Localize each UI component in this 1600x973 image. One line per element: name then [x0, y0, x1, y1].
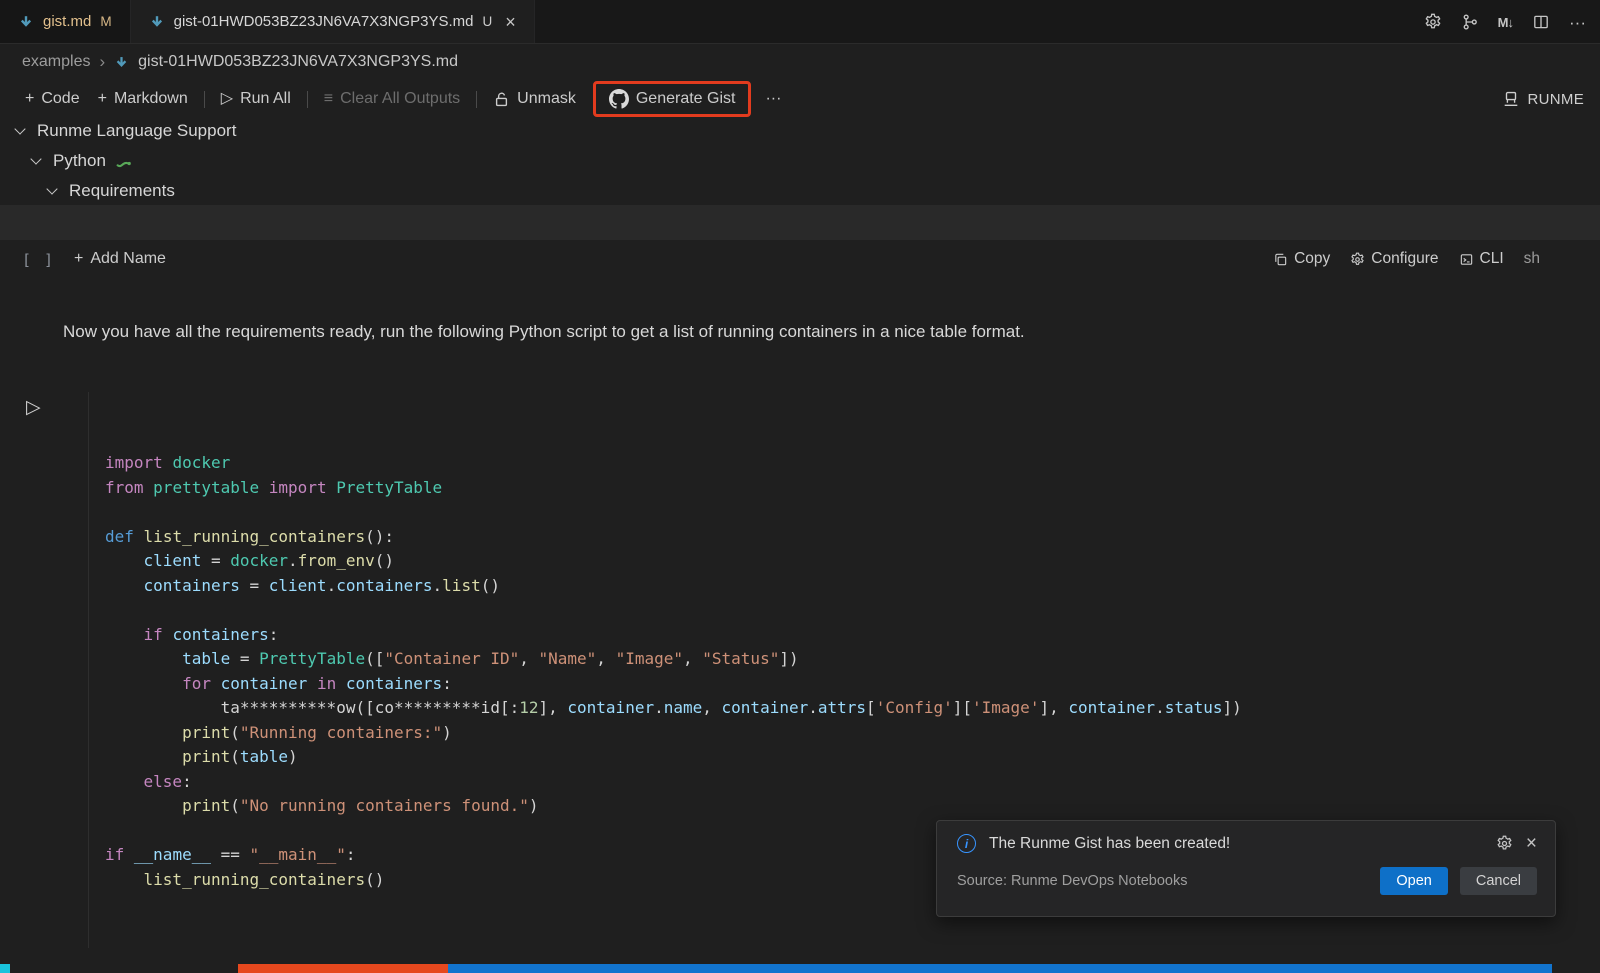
run-all-button[interactable]: ▷ Run All — [212, 85, 300, 113]
requirements-cell-editor[interactable] — [0, 205, 1600, 240]
section-label: Python — [53, 151, 106, 171]
settings-gear-icon[interactable] — [1424, 13, 1442, 31]
chevron-down-icon[interactable] — [30, 153, 41, 164]
more-actions-icon[interactable]: ··· — [765, 90, 781, 108]
toast-header: i The Runme Gist has been created! × — [937, 821, 1555, 853]
breadcrumb-folder[interactable]: examples — [22, 53, 90, 71]
markdown-file-icon — [114, 55, 129, 70]
toolbar-separator — [204, 91, 205, 108]
configure-button[interactable]: Configure — [1350, 250, 1438, 268]
git-untracked-badge: U — [482, 14, 492, 29]
clear-all-icon: ≡ — [324, 91, 333, 107]
run-all-label: Run All — [240, 90, 291, 108]
unmask-label: Unmask — [517, 90, 576, 108]
copy-button[interactable]: Copy — [1273, 250, 1330, 268]
add-code-label: Code — [41, 90, 79, 108]
tab-gist-md[interactable]: gist.md M — [0, 0, 131, 43]
requirements-cell-footer: [ ] + Add Name Copy Configure CLI sh — [0, 242, 1600, 282]
markdown-file-icon — [149, 14, 165, 30]
section-label: Runme Language Support — [37, 121, 236, 141]
markdown-paragraph: Now you have all the requirements ready,… — [63, 322, 1283, 342]
tab-label: gist-01HWD053BZ23JN6VA7X3NGP3YS.md — [174, 13, 474, 30]
close-tab-icon[interactable]: × — [505, 13, 516, 31]
close-notification-icon[interactable]: × — [1526, 834, 1537, 853]
cell-actions: Copy Configure CLI sh — [1273, 250, 1540, 268]
status-bar-segment-dark — [1552, 964, 1600, 973]
add-markdown-button[interactable]: + Markdown — [89, 85, 197, 113]
github-icon — [609, 89, 629, 109]
markdown-preview-icon[interactable]: M↓ — [1498, 15, 1513, 30]
cell-border — [88, 392, 89, 948]
split-editor-icon[interactable] — [1532, 13, 1550, 31]
section-label: Requirements — [69, 181, 175, 201]
add-code-button[interactable]: + Code — [16, 85, 89, 113]
runme-button[interactable]: RUNME — [1502, 90, 1585, 108]
clear-all-outputs-button[interactable]: ≡ Clear All Outputs — [315, 85, 469, 113]
notification-settings-gear-icon[interactable] — [1496, 835, 1513, 852]
git-modified-badge: M — [100, 14, 111, 29]
tab-gist-generated-md[interactable]: gist-01HWD053BZ23JN6VA7X3NGP3YS.md U × — [131, 0, 535, 43]
add-name-button[interactable]: + Add Name — [74, 250, 166, 268]
copy-label: Copy — [1294, 250, 1330, 268]
generate-gist-button[interactable]: Generate Gist — [609, 89, 736, 109]
editor-actions: M↓ ··· — [1424, 0, 1586, 44]
chevron-down-icon[interactable] — [46, 183, 57, 194]
terminal-icon — [1459, 252, 1474, 267]
runme-label: RUNME — [1528, 91, 1585, 108]
toast-source: Source: Runme DevOps Notebooks — [957, 873, 1380, 889]
toast-body: Source: Runme DevOps Notebooks Open Canc… — [937, 853, 1555, 895]
source-control-icon[interactable] — [1461, 13, 1479, 31]
copy-icon — [1273, 252, 1288, 267]
plus-icon: + — [25, 91, 34, 107]
open-button[interactable]: Open — [1380, 867, 1447, 895]
status-bar-segment-cyan — [0, 964, 10, 973]
section-runme-language-support[interactable]: Runme Language Support — [16, 116, 236, 146]
chevron-down-icon[interactable] — [14, 123, 25, 134]
section-requirements[interactable]: Requirements — [48, 176, 175, 206]
tab-label: gist.md — [43, 13, 91, 30]
cell-language-label[interactable]: sh — [1524, 250, 1540, 268]
toolbar-separator — [476, 91, 477, 108]
runme-deploy-icon — [1502, 90, 1520, 108]
breadcrumb: examples › gist-01HWD053BZ23JN6VA7X3NGP3… — [22, 52, 458, 72]
generate-gist-label: Generate Gist — [636, 90, 736, 108]
unmask-button[interactable]: Unmask — [484, 85, 585, 113]
add-name-label: Add Name — [90, 250, 166, 268]
play-icon: ▷ — [221, 91, 233, 107]
plus-icon: + — [98, 91, 107, 107]
more-actions-icon[interactable]: ··· — [1569, 14, 1586, 31]
configure-label: Configure — [1371, 250, 1438, 268]
cli-button[interactable]: CLI — [1459, 250, 1504, 268]
breadcrumb-file[interactable]: gist-01HWD053BZ23JN6VA7X3NGP3YS.md — [138, 53, 458, 71]
toast-message: The Runme Gist has been created! — [989, 835, 1483, 853]
cancel-button[interactable]: Cancel — [1460, 867, 1537, 895]
vscode-window: gist.md M gist-01HWD053BZ23JN6VA7X3NGP3Y… — [0, 0, 1600, 973]
cli-label: CLI — [1480, 250, 1504, 268]
status-bar — [0, 964, 1600, 973]
tab-bar: gist.md M gist-01HWD053BZ23JN6VA7X3NGP3Y… — [0, 0, 1600, 44]
execution-order-indicator: [ ] — [22, 251, 55, 269]
section-python[interactable]: Python — [32, 146, 132, 176]
notebook-toolbar: + Code + Markdown ▷ Run All ≡ Clear All … — [16, 80, 1584, 118]
annotation-highlight-box: Generate Gist — [593, 81, 752, 117]
info-icon: i — [957, 834, 976, 853]
status-bar-segment-blue — [448, 964, 1552, 973]
notification-toast: i The Runme Gist has been created! × Sou… — [936, 820, 1556, 917]
add-markdown-label: Markdown — [114, 90, 188, 108]
chevron-right-icon: › — [99, 52, 105, 72]
status-bar-segment-dark — [10, 964, 238, 973]
clear-all-outputs-label: Clear All Outputs — [340, 90, 460, 108]
unlock-icon — [493, 91, 510, 108]
markdown-file-icon — [18, 14, 34, 30]
plus-icon: + — [74, 250, 83, 268]
run-cell-button[interactable]: ▷ — [26, 396, 41, 419]
gear-icon — [1350, 252, 1365, 267]
toolbar-separator — [307, 91, 308, 108]
status-bar-segment-orange — [238, 964, 448, 973]
snake-icon — [115, 153, 132, 170]
